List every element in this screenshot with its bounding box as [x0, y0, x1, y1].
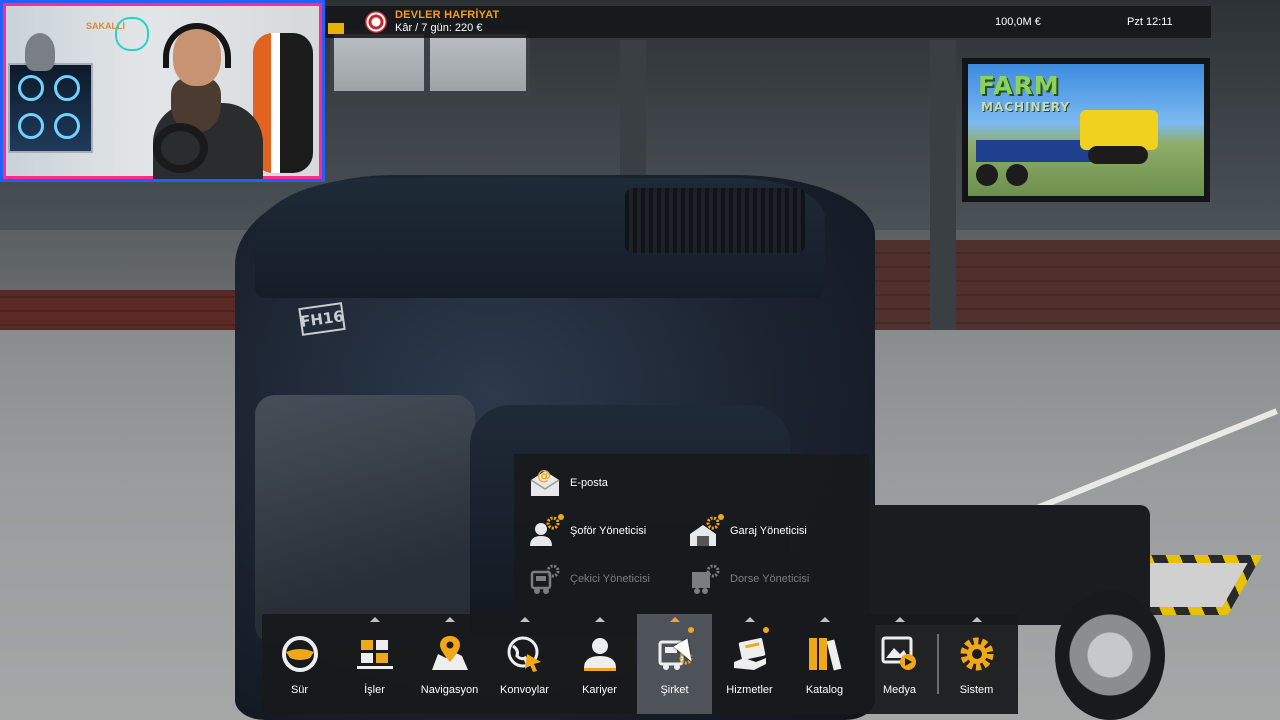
nav-media-label: Medya: [882, 684, 917, 696]
caret-up-icon: [519, 617, 530, 622]
company-name: DEVLER HAFRİYAT: [395, 9, 500, 21]
globe-icon: [505, 634, 545, 674]
truck-wheel: [1055, 590, 1165, 720]
nav-services[interactable]: Hizmetler: [712, 614, 787, 714]
money-display: 100,0M €: [995, 16, 1041, 28]
menu-garage-manager[interactable]: Garaj Yöneticisi: [688, 511, 807, 551]
truck-roof-vent: [625, 188, 805, 253]
trailer-manager-icon: [688, 562, 722, 596]
game-clock: Pzt 12:11: [1127, 16, 1173, 28]
nav-system[interactable]: Sistem: [939, 614, 1014, 714]
notification-dot: [558, 514, 564, 520]
menu-driver-manager-label: Şoför Yöneticisi: [570, 525, 647, 537]
nav-navigation[interactable]: Navigasyon: [412, 614, 487, 714]
nav-media[interactable]: Medya: [862, 614, 937, 714]
nav-career-label: Kariyer: [582, 684, 617, 696]
menu-email[interactable]: @ E-posta: [528, 463, 608, 503]
nav-convoys-label: Konvoylar: [500, 684, 549, 696]
garage-manager-icon: [688, 514, 724, 548]
email-icon: @: [528, 466, 562, 500]
nav-catalog-label: Katalog: [805, 684, 844, 696]
menu-trailer-manager[interactable]: Dorse Yöneticisi: [688, 559, 809, 599]
advert-billboard: FARM MACHINERY: [962, 58, 1210, 202]
nav-system-label: Sistem: [959, 684, 994, 696]
books-icon: [805, 634, 845, 674]
svg-text:@: @: [537, 468, 551, 484]
caret-up-icon: [444, 617, 455, 622]
steering-wheel-icon: [280, 634, 320, 674]
caret-up-icon: [594, 617, 605, 622]
nav-career[interactable]: Kariyer: [562, 614, 637, 714]
webcam-steering-wheel: [153, 123, 208, 173]
menu-truck-manager[interactable]: Çekici Yöneticisi: [528, 559, 650, 599]
services-icon: [730, 634, 770, 674]
nav-jobs[interactable]: İşler: [337, 614, 412, 714]
media-icon: [880, 634, 920, 674]
billboard-subtitle: MACHINERY: [981, 100, 1071, 114]
nav-jobs-label: İşler: [364, 684, 385, 696]
menu-driver-manager[interactable]: Şoför Yöneticisi: [528, 511, 646, 551]
caret-up-icon: [669, 617, 680, 622]
webcam-pc-case: [8, 63, 93, 153]
webcam-neon-sign: [115, 17, 149, 51]
nav-drive[interactable]: Sür: [262, 614, 337, 714]
caret-up-icon: [744, 617, 755, 622]
main-menu-bar: Sür İşler Navigasyon Konvoylar Kariyer Ş…: [262, 614, 1018, 714]
menu-garage-manager-label: Garaj Yöneticisi: [730, 525, 807, 537]
menu-trailer-manager-label: Dorse Yöneticisi: [730, 573, 810, 585]
gear-icon: [957, 634, 997, 674]
truck-manager-icon: [528, 562, 562, 596]
nav-convoys[interactable]: Konvoylar: [487, 614, 562, 714]
nav-services-label: Hizmetler: [726, 684, 773, 696]
caret-up-icon: [894, 617, 905, 622]
truck-windshield: [255, 395, 475, 645]
person-icon: [580, 634, 620, 674]
menu-email-label: E-posta: [570, 477, 608, 489]
caret-up-icon: [819, 617, 830, 622]
company-submenu: @ E-posta Şoför Yöneticisi Garaj Yönetic…: [514, 454, 869, 614]
webcam-statue: [25, 33, 55, 71]
driver-manager-icon: [528, 514, 564, 548]
garage-pillar: [930, 40, 956, 340]
nav-company[interactable]: Şirket: [637, 614, 712, 714]
garage-window: [330, 30, 530, 95]
notification-dot: [763, 627, 769, 633]
map-pin-icon: [430, 634, 470, 674]
nav-drive-label: Sür: [290, 684, 309, 696]
billboard-title: FARM: [978, 71, 1060, 100]
menu-truck-manager-label: Çekici Yöneticisi: [570, 573, 650, 585]
caret-up-icon: [971, 617, 982, 622]
jobs-icon: [355, 634, 395, 674]
notification-flag-icon: [328, 23, 344, 34]
notification-dot: [688, 627, 694, 633]
company-profit: Kâr / 7 gün: 220 €: [395, 22, 483, 34]
top-status-bar: DEVLER HAFRİYAT Kâr / 7 gün: 220 €: [325, 6, 1211, 38]
notification-dot: [718, 514, 724, 520]
webcam-overlay: SAKALLI: [0, 0, 325, 182]
company-logo-icon: [365, 11, 387, 33]
caret-up-icon: [369, 617, 380, 622]
nav-company-label: Şirket: [660, 684, 689, 696]
nav-catalog[interactable]: Katalog: [787, 614, 862, 714]
nav-navigation-label: Navigasyon: [420, 684, 479, 696]
